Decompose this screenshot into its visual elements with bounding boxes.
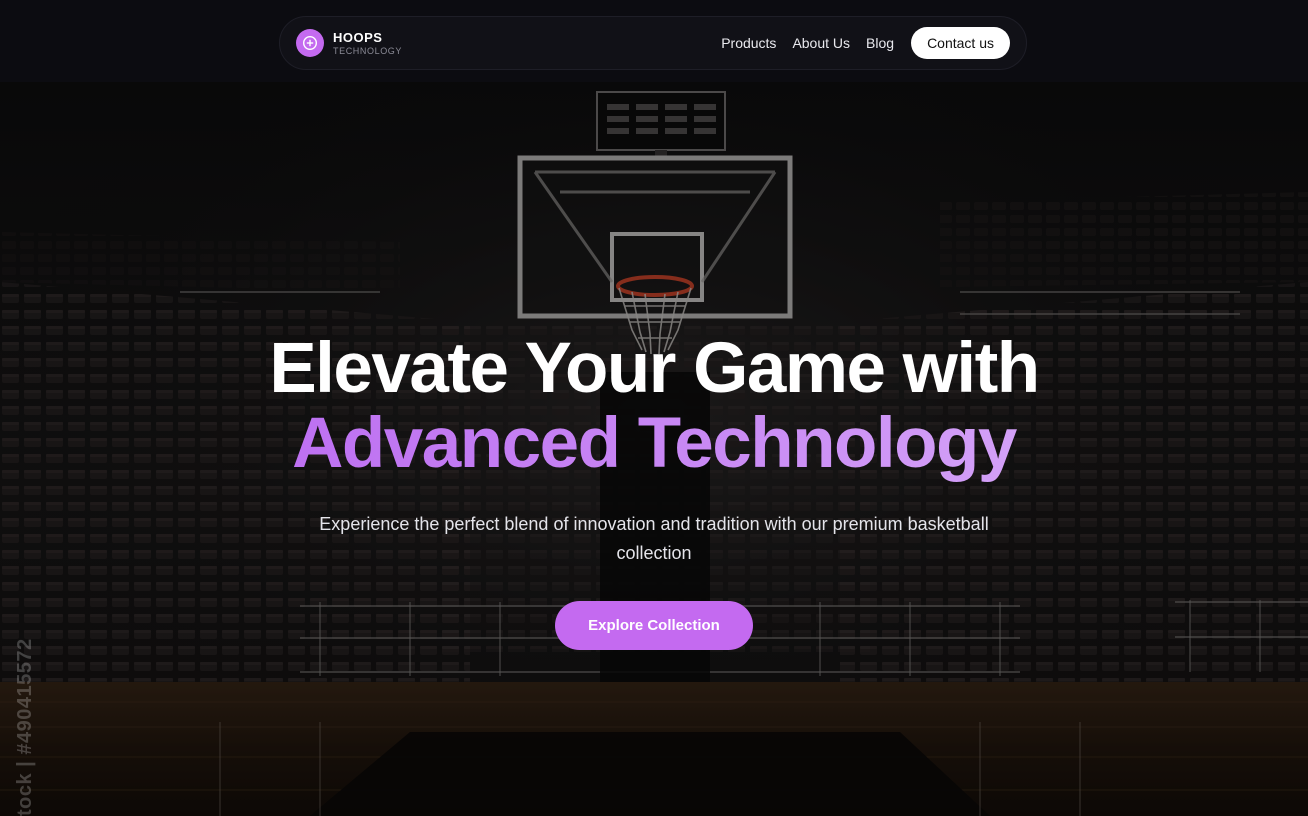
hero-headline-line2: Advanced Technology <box>0 406 1308 482</box>
nav-links: Products About Us Blog Contact us <box>721 27 1010 59</box>
hero-headline-line1: Elevate Your Game with <box>269 329 1040 408</box>
navbar: HOOPS TECHNOLOGY Products About Us Blog … <box>279 16 1027 70</box>
nav-link-products[interactable]: Products <box>721 35 776 51</box>
nav-link-blog[interactable]: Blog <box>866 35 894 51</box>
explore-collection-button[interactable]: Explore Collection <box>555 601 753 650</box>
brand-subtitle: TECHNOLOGY <box>333 45 403 56</box>
nav-link-about-us[interactable]: About Us <box>792 35 850 51</box>
stock-watermark: tock | #490415572 <box>14 638 36 816</box>
brand-text: HOOPS TECHNOLOGY <box>333 30 402 57</box>
brand-name: HOOPS <box>333 29 383 45</box>
landing-page: HOOPS TECHNOLOGY Products About Us Blog … <box>0 0 1308 816</box>
header-bar: HOOPS TECHNOLOGY Products About Us Blog … <box>0 0 1308 82</box>
plus-circle-icon <box>296 29 324 57</box>
contact-us-button[interactable]: Contact us <box>911 27 1010 59</box>
brand[interactable]: HOOPS TECHNOLOGY <box>296 29 402 57</box>
hero-section: Elevate Your Game with Advanced Technolo… <box>0 332 1308 650</box>
hero-subtitle: Experience the perfect blend of innovati… <box>319 514 989 563</box>
